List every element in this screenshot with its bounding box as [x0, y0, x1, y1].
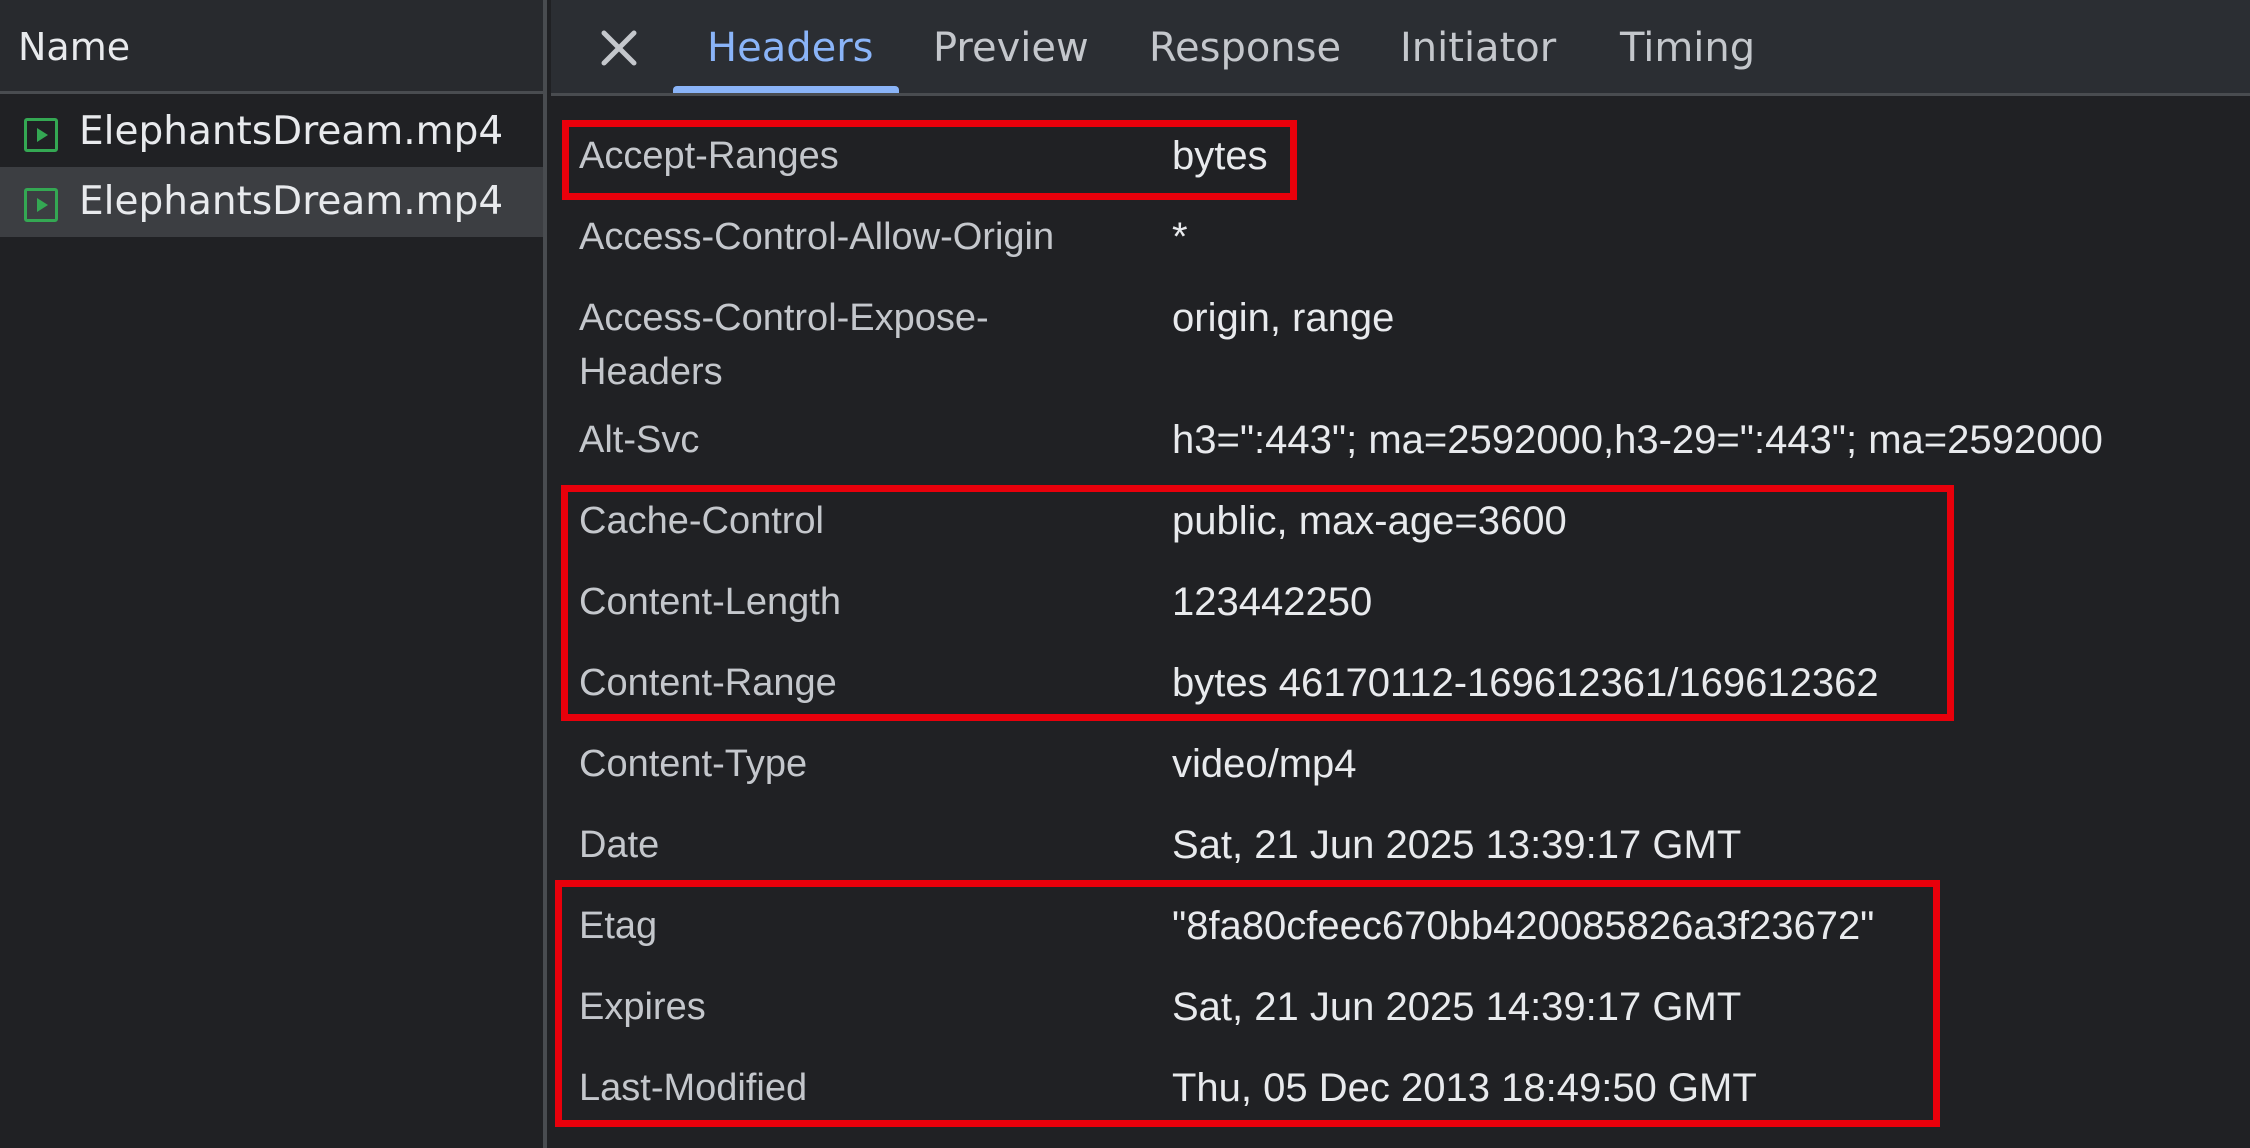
header-name: Content-Range — [579, 662, 837, 704]
active-tab-indicator — [673, 86, 899, 93]
tab-headers[interactable]: Headers — [707, 24, 873, 72]
close-icon — [601, 30, 637, 66]
header-value: bytes — [1172, 134, 1268, 178]
header-name: Content-Type — [579, 743, 808, 785]
header-name: Access-Control-Expose- Headers — [579, 291, 1139, 399]
media-file-icon — [24, 188, 58, 222]
header-value: "8fa80cfeec670bb420085826a3f23672" — [1172, 904, 1875, 948]
header-name: Etag — [579, 905, 658, 947]
header-value: Sat, 21 Jun 2025 14:39:17 GMT — [1172, 985, 1742, 1029]
request-name: ElephantsDream.mp4 — [79, 179, 504, 224]
tab-timing[interactable]: Timing — [1620, 24, 1755, 72]
tab-response[interactable]: Response — [1149, 24, 1341, 72]
request-list: Name ElephantsDream.mp4 ElephantsDream.m… — [0, 0, 547, 1148]
header-value: origin, range — [1172, 296, 1395, 340]
request-row-selected[interactable]: ElephantsDream.mp4 — [0, 167, 543, 237]
header-value: bytes 46170112-169612361/169612362 — [1172, 661, 1879, 705]
header-name-line-1: Access-Control-Expose- — [579, 297, 989, 339]
header-value: Thu, 05 Dec 2013 18:49:50 GMT — [1172, 1066, 1757, 1110]
media-file-icon — [24, 118, 58, 152]
request-name: ElephantsDream.mp4 — [79, 109, 504, 154]
header-name: Access-Control-Allow-Origin — [579, 216, 1055, 258]
header-value: 123442250 — [1172, 580, 1373, 624]
header-name: Cache-Control — [579, 500, 824, 542]
devtools-network-panel: Name ElephantsDream.mp4 ElephantsDream.m… — [0, 0, 2250, 1148]
tab-preview[interactable]: Preview — [933, 24, 1089, 72]
header-value: public, max-age=3600 — [1172, 499, 1567, 543]
header-value: * — [1172, 215, 1188, 259]
header-name: Date — [579, 824, 660, 866]
request-details: Headers Preview Response Initiator Timin… — [551, 0, 2250, 1148]
tab-initiator[interactable]: Initiator — [1400, 24, 1556, 72]
header-value: video/mp4 — [1172, 742, 1357, 786]
header-name: Alt-Svc — [579, 419, 700, 461]
header-name: Content-Length — [579, 581, 841, 623]
close-button[interactable] — [595, 24, 643, 72]
details-tabbar: Headers Preview Response Initiator Timin… — [551, 0, 2250, 96]
header-name-line-2: Headers — [579, 351, 723, 393]
name-column-header[interactable]: Name — [0, 0, 543, 94]
header-value: Sat, 21 Jun 2025 13:39:17 GMT — [1172, 823, 1742, 867]
header-name: Expires — [579, 986, 706, 1028]
header-name: Accept-Ranges — [579, 135, 839, 177]
name-column-label: Name — [18, 25, 131, 69]
header-value: h3=":443"; ma=2592000,h3-29=":443"; ma=2… — [1172, 418, 2103, 462]
header-name: Last-Modified — [579, 1067, 808, 1109]
request-row[interactable]: ElephantsDream.mp4 — [0, 97, 543, 167]
